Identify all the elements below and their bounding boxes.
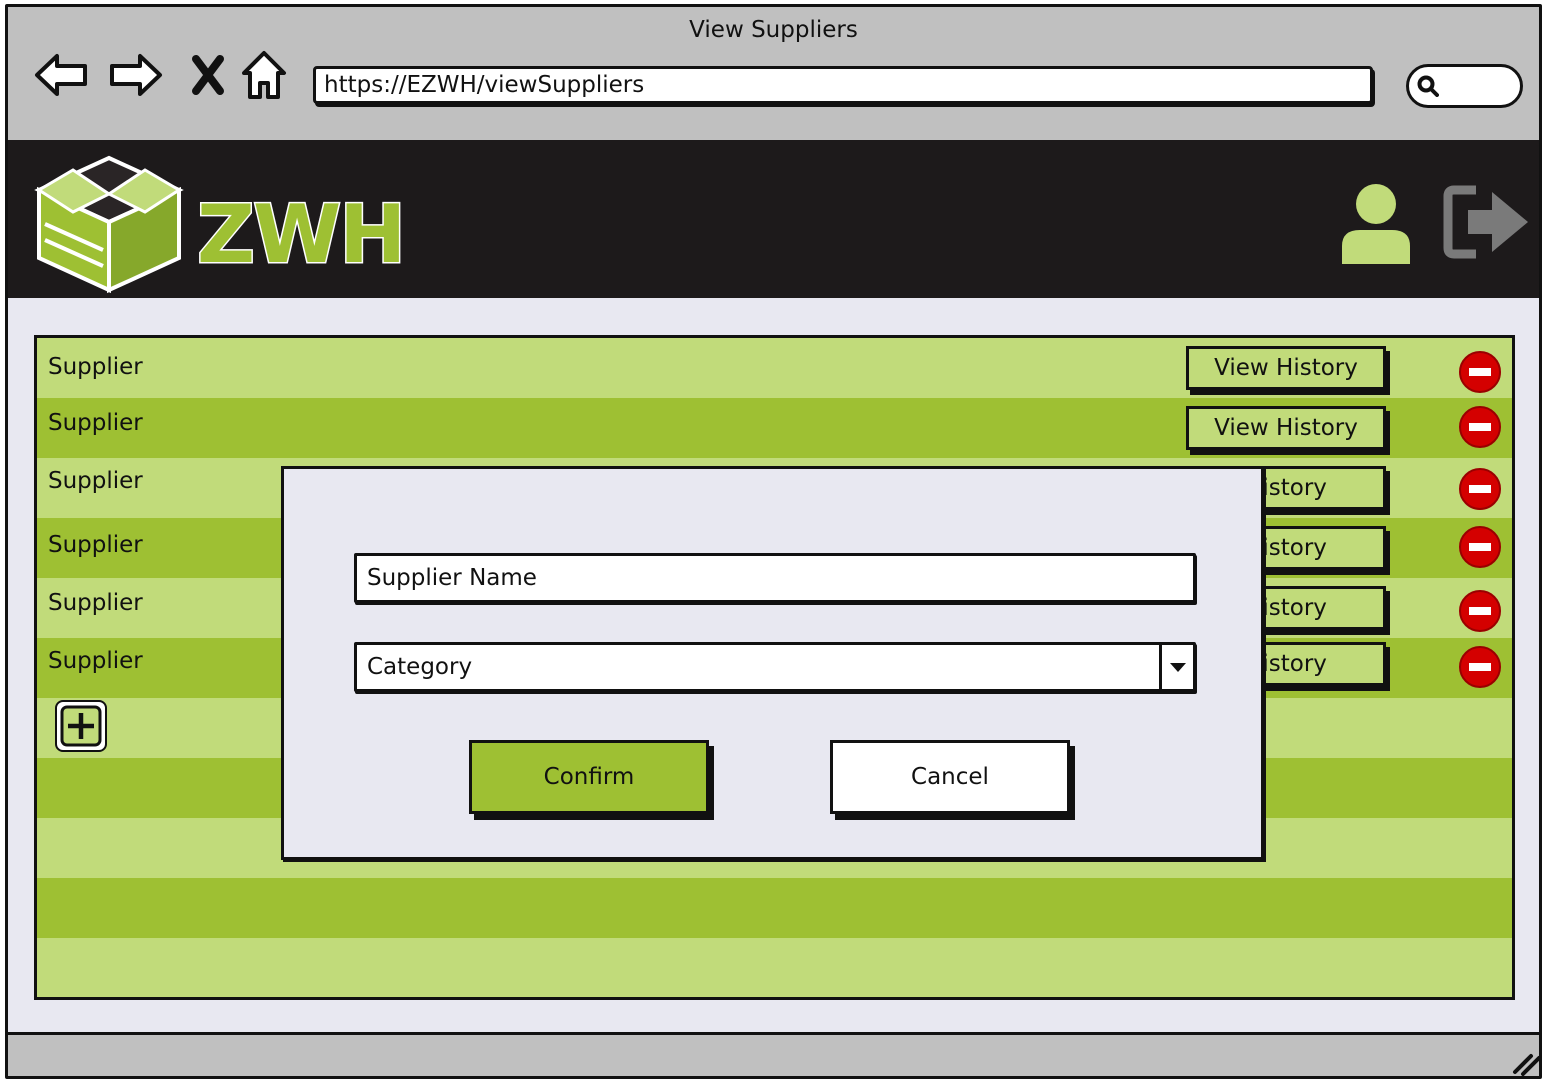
logout-icon[interactable] (1442, 184, 1532, 260)
minus-circle-icon[interactable] (1459, 590, 1501, 632)
forward-arrow-icon[interactable] (108, 47, 164, 103)
confirm-button[interactable]: Confirm (469, 740, 709, 814)
plus-icon (60, 705, 102, 747)
browser-titlebar: View Suppliers https://EZWH/viewSupplier… (8, 7, 1539, 137)
supplier-label: Supplier (48, 468, 143, 494)
supplier-row: Supplier View History (37, 398, 1512, 458)
chevron-down-icon[interactable] (1159, 645, 1193, 689)
url-bar[interactable]: https://EZWH/viewSuppliers (313, 66, 1373, 104)
app-header: ZWH (8, 140, 1539, 298)
cancel-button[interactable]: Cancel (830, 740, 1070, 814)
category-select-value: Category (367, 654, 473, 680)
supplier-label: Supplier (48, 354, 143, 380)
supplier-label: Supplier (48, 590, 143, 616)
category-select[interactable]: Category (354, 642, 1196, 692)
view-history-button[interactable]: View History (1186, 406, 1386, 450)
supplier-label: Supplier (48, 648, 143, 674)
home-icon[interactable] (236, 47, 292, 103)
ezwh-logo: ZWH (33, 150, 413, 295)
minus-circle-icon[interactable] (1459, 468, 1501, 510)
magnifier-icon (1417, 75, 1439, 97)
empty-row (37, 878, 1512, 938)
close-x-icon[interactable] (180, 47, 236, 103)
window-title: View Suppliers (689, 17, 858, 43)
browser-search-box[interactable] (1406, 64, 1523, 108)
add-supplier-modal: Supplier Name Category Confirm Cancel (281, 466, 1264, 860)
view-history-button[interactable]: View History (1186, 346, 1386, 390)
empty-row (37, 938, 1512, 997)
supplier-row: Supplier View History (37, 338, 1512, 398)
supplier-label: Supplier (48, 410, 143, 436)
minus-circle-icon[interactable] (1459, 646, 1501, 688)
browser-statusbar (8, 1032, 1539, 1076)
minus-circle-icon[interactable] (1459, 526, 1501, 568)
resize-grip-icon[interactable] (1511, 1050, 1539, 1076)
back-arrow-icon[interactable] (33, 47, 89, 103)
supplier-label: Supplier (48, 532, 143, 558)
box-logo-icon (34, 155, 184, 294)
minus-circle-icon[interactable] (1459, 351, 1501, 393)
logo-text: ZWH (195, 187, 407, 283)
supplier-name-field[interactable]: Supplier Name (354, 553, 1196, 603)
user-icon[interactable] (1338, 180, 1414, 266)
minus-circle-icon[interactable] (1459, 406, 1501, 448)
add-supplier-button[interactable] (55, 700, 107, 752)
